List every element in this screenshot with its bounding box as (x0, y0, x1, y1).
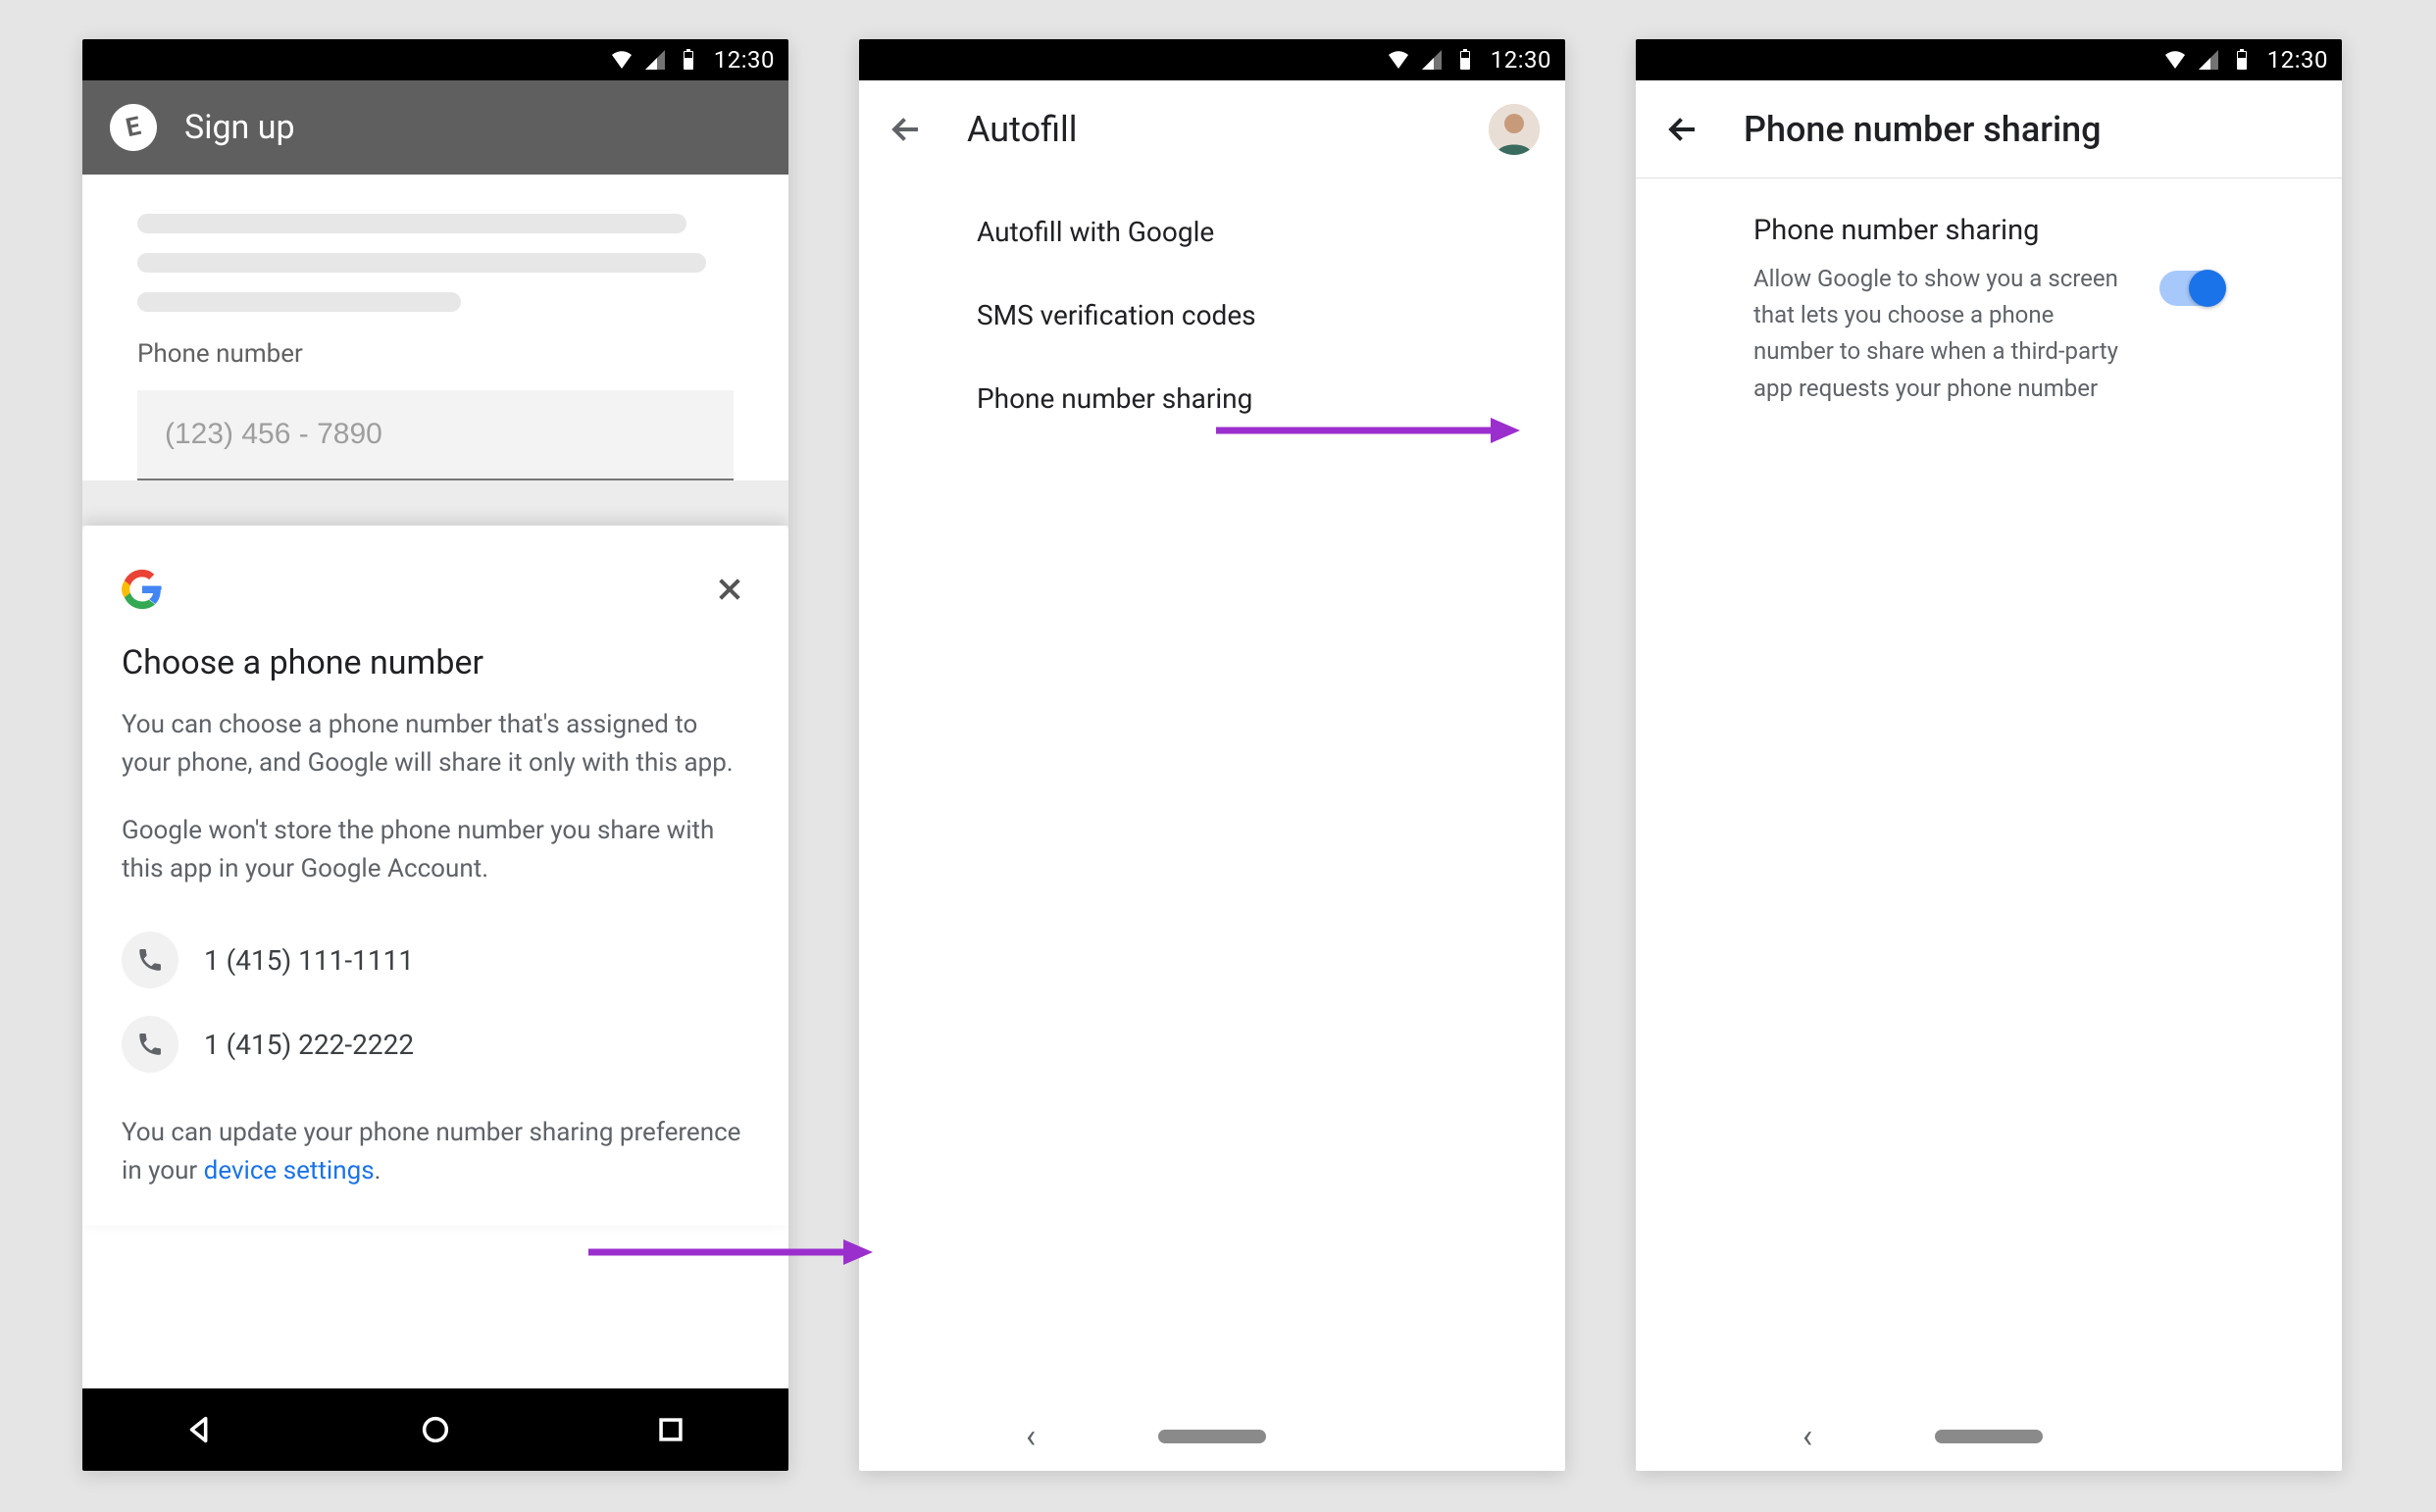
status-time: 12:30 (714, 46, 775, 74)
phone-field-label: Phone number (137, 339, 734, 369)
back-button[interactable] (1661, 108, 1704, 151)
wifi-icon (610, 48, 634, 72)
google-logo-icon (122, 569, 163, 610)
menu-item-sms-codes[interactable]: SMS verification codes (859, 274, 1565, 357)
sheet-backdrop (82, 480, 788, 526)
sheet-paragraph: Google won't store the phone number you … (122, 812, 749, 888)
avatar[interactable] (1489, 104, 1540, 155)
nav-home-button[interactable] (416, 1410, 455, 1449)
phone-input[interactable] (137, 390, 734, 480)
battery-icon (2230, 48, 2254, 72)
battery-icon (677, 48, 700, 72)
status-bar: 12:30 (82, 39, 788, 80)
phone-icon (122, 932, 178, 988)
titlebar: Phone number sharing (1636, 80, 2342, 178)
phone-picker-sheet: Choose a phone number You can choose a p… (82, 526, 788, 1226)
menu-item-label: SMS verification codes (977, 299, 1256, 331)
android-nav-bar (82, 1388, 788, 1471)
setting-description: Allow Google to show you a screen that l… (1753, 261, 2120, 407)
phone-sharing-setting: 12:30 Phone number sharing Phone number … (1636, 39, 2342, 1471)
phone-option-label: 1 (415) 222-2222 (204, 1029, 414, 1061)
wifi-icon (1387, 48, 1410, 72)
page-title: Phone number sharing (1744, 109, 2316, 150)
cellular-icon (1420, 48, 1444, 72)
menu-item-phone-sharing[interactable]: Phone number sharing (859, 357, 1565, 440)
gesture-nav-bar: ‹ (1636, 1402, 2342, 1471)
settings-list: Autofill with Google SMS verification co… (859, 178, 1565, 440)
sheet-footer-suffix: . (375, 1156, 381, 1185)
nav-recents-button[interactable] (651, 1410, 690, 1449)
gesture-nav-bar: ‹ (859, 1402, 1565, 1471)
phone-autofill-settings: 12:30 Autofill Autofill with Google SMS … (859, 39, 1565, 1471)
app-header-title: Sign up (184, 108, 295, 147)
switch-thumb (2189, 270, 2226, 307)
gesture-pill[interactable] (1158, 1430, 1266, 1443)
skeleton-line (137, 214, 686, 233)
phone-icon (122, 1016, 178, 1073)
phone-option[interactable]: 1 (415) 111-1111 (122, 918, 749, 1002)
menu-item-autofill-google[interactable]: Autofill with Google (859, 190, 1565, 274)
status-time: 12:30 (2267, 46, 2328, 74)
status-bar: 12:30 (859, 39, 1565, 80)
app-logo: E (106, 100, 162, 156)
close-button[interactable] (710, 570, 749, 609)
page-title: Autofill (967, 109, 1449, 150)
sheet-paragraph: You can choose a phone number that's ass… (122, 706, 749, 782)
app-header: E Sign up (82, 80, 788, 175)
menu-item-label: Phone number sharing (977, 382, 1252, 415)
device-settings-link[interactable]: device settings (204, 1156, 375, 1185)
menu-item-label: Autofill with Google (977, 216, 1214, 248)
battery-icon (1453, 48, 1477, 72)
nav-back-button[interactable] (180, 1410, 220, 1449)
status-time: 12:30 (1491, 46, 1551, 74)
cellular-icon (2197, 48, 2220, 72)
sheet-title: Choose a phone number (122, 643, 749, 682)
nav-back-chevron-icon[interactable]: ‹ (1802, 1417, 1812, 1456)
signup-form: Phone number (82, 175, 788, 480)
phone-option-label: 1 (415) 111-1111 (204, 944, 414, 977)
back-button[interactable] (885, 108, 928, 151)
status-bar: 12:30 (1636, 39, 2342, 80)
setting-title: Phone number sharing (1753, 214, 2120, 247)
sheet-footer: You can update your phone number sharing… (122, 1114, 749, 1190)
setting-row[interactable]: Phone number sharing Allow Google to sho… (1636, 178, 2342, 407)
skeleton-line (137, 292, 461, 312)
titlebar: Autofill (859, 80, 1565, 178)
toggle-switch[interactable] (2159, 271, 2224, 306)
gesture-pill[interactable] (1935, 1430, 2043, 1443)
phone-signup: 12:30 E Sign up Phone number (82, 39, 788, 1471)
skeleton-line (137, 253, 706, 273)
phone-option[interactable]: 1 (415) 222-2222 (122, 1002, 749, 1086)
cellular-icon (643, 48, 667, 72)
wifi-icon (2163, 48, 2187, 72)
nav-back-chevron-icon[interactable]: ‹ (1026, 1417, 1036, 1456)
